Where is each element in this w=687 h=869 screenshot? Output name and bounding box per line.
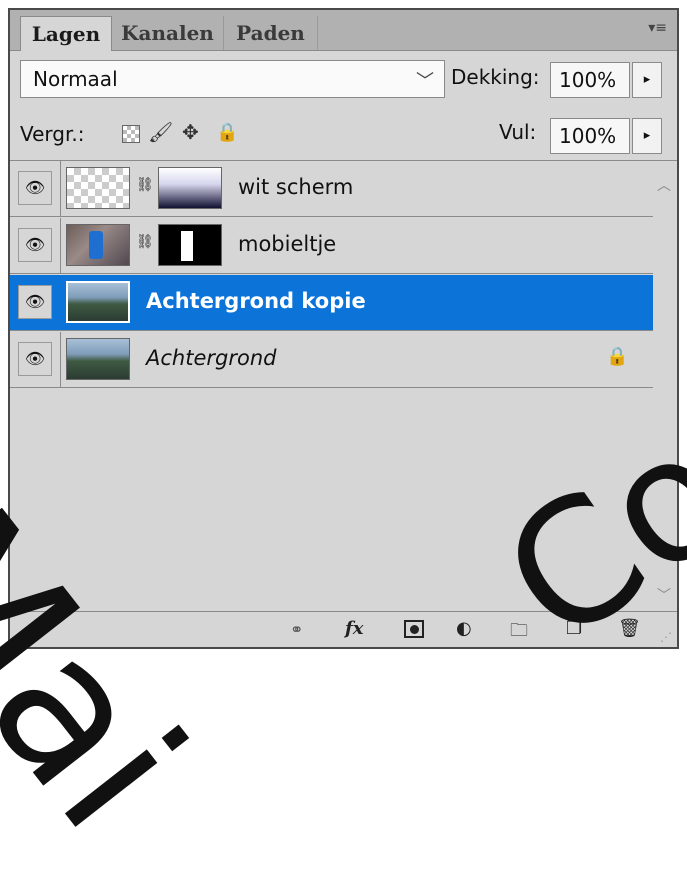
layer-row[interactable]: 👁 ⛓ mobieltje xyxy=(10,218,653,274)
blend-mode-select[interactable]: Normaal ﹀ xyxy=(20,60,445,98)
lock-label: Vergr.: xyxy=(20,122,85,146)
opacity-slider-button[interactable]: ▸ xyxy=(632,62,662,98)
layer-name[interactable]: Achtergrond xyxy=(146,346,276,370)
layer-row[interactable]: 👁 ⛓ wit scherm xyxy=(10,161,653,217)
tab-kanalen[interactable]: Kanalen xyxy=(112,16,224,50)
visibility-eye-icon[interactable]: 👁 xyxy=(18,171,52,205)
tab-paden[interactable]: Paden xyxy=(224,16,318,50)
link-layers-icon[interactable]: ⚭ xyxy=(290,620,303,639)
link-chain-icon[interactable]: ⛓ xyxy=(136,234,154,250)
scroll-down-icon[interactable]: ﹀ xyxy=(657,585,671,605)
new-layer-icon[interactable]: ❐ xyxy=(566,618,582,639)
lock-all-icon[interactable]: 🔒 xyxy=(216,122,238,143)
new-group-icon[interactable]: 🗀 xyxy=(510,618,528,648)
fill-label: Vul: xyxy=(499,120,537,144)
layer-name[interactable]: mobieltje xyxy=(238,232,336,256)
visibility-eye-icon[interactable]: 👁 xyxy=(18,228,52,262)
layer-mask-thumbnail[interactable] xyxy=(158,224,222,266)
layer-row-selected[interactable]: 👁 Achtergrond kopie xyxy=(10,275,653,331)
fill-slider-button[interactable]: ▸ xyxy=(632,118,662,154)
blend-mode-value: Normaal xyxy=(33,67,118,91)
opacity-field[interactable]: 100% xyxy=(550,62,630,98)
layer-thumbnail[interactable] xyxy=(66,224,130,266)
layers-panel: Lagen Kanalen Paden ▾≡ Normaal ﹀ Dekking… xyxy=(8,8,679,649)
scrollbar[interactable]: ︿ ﹀ xyxy=(653,161,677,611)
layer-thumbnail[interactable] xyxy=(66,281,130,323)
lock-position-icon[interactable]: ✥ xyxy=(182,120,199,144)
opacity-label: Dekking: xyxy=(451,65,540,89)
layer-thumbnail[interactable] xyxy=(66,338,130,380)
panel-menu-icon[interactable]: ▾≡ xyxy=(648,20,667,36)
fill-field[interactable]: 100% xyxy=(550,118,630,154)
resize-grip-icon[interactable]: ⋰ xyxy=(660,630,672,644)
visibility-eye-icon[interactable]: 👁 xyxy=(18,285,52,319)
layer-thumbnail[interactable] xyxy=(66,167,130,209)
chevron-down-icon: ﹀ xyxy=(416,71,434,92)
link-chain-icon[interactable]: ⛓ xyxy=(136,177,154,193)
layer-name[interactable]: wit scherm xyxy=(238,175,353,199)
scroll-up-icon[interactable]: ︿ xyxy=(657,175,671,195)
layer-mask-thumbnail[interactable] xyxy=(158,167,222,209)
tab-lagen[interactable]: Lagen xyxy=(20,16,112,51)
trash-icon[interactable]: 🗑 xyxy=(618,618,641,639)
bottom-toolbar: ⚭ fx ◐ 🗀 ❐ 🗑 ⋰ xyxy=(10,611,677,648)
visibility-eye-icon[interactable]: 👁 xyxy=(18,342,52,376)
lock-icon: 🔒 xyxy=(606,346,629,367)
lock-image-pixels-icon[interactable]: 🖌 xyxy=(148,120,173,144)
tab-bar: Lagen Kanalen Paden ▾≡ xyxy=(10,10,677,51)
layer-list: 👁 ⛓ wit scherm 👁 ⛓ mobieltje 👁 Achtergro… xyxy=(10,160,677,611)
lock-transparent-pixels-icon[interactable] xyxy=(122,125,140,143)
adjustment-layer-icon[interactable]: ◐ xyxy=(456,618,472,639)
layer-name[interactable]: Achtergrond kopie xyxy=(146,289,366,313)
add-mask-icon[interactable] xyxy=(404,620,424,638)
layer-row[interactable]: 👁 Achtergrond 🔒 xyxy=(10,332,653,388)
fx-icon[interactable]: fx xyxy=(345,618,363,639)
